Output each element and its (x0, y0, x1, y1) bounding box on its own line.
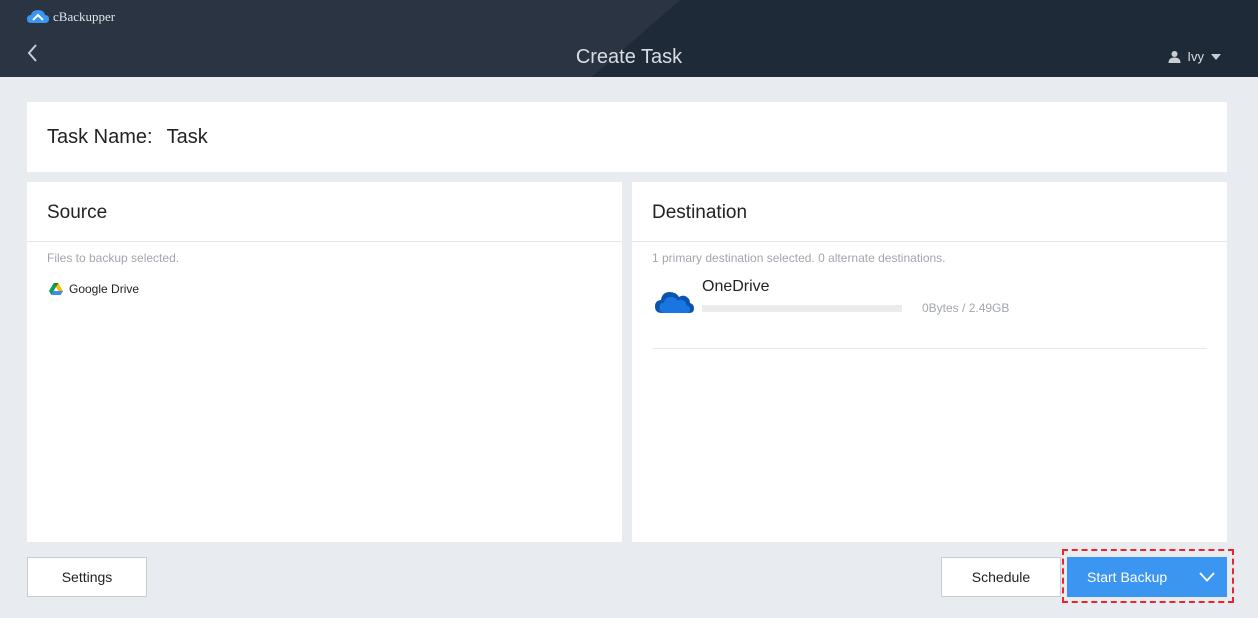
chevron-down-icon (1199, 572, 1215, 582)
cbackupper-logo-icon (27, 10, 49, 23)
app-brand: cBackupper (27, 8, 115, 26)
start-backup-dropdown[interactable] (1197, 567, 1217, 587)
destination-note: 1 primary destination selected. 0 altern… (652, 251, 946, 265)
source-note: Files to backup selected. (47, 251, 180, 265)
source-item-google-drive[interactable]: Google Drive (27, 265, 622, 296)
storage-usage-bar (702, 305, 902, 312)
destination-title: Destination (632, 182, 1227, 242)
user-name: Ivy (1187, 49, 1204, 64)
title-bar: cBackupper Create Task Ivy (0, 0, 1258, 77)
source-title: Source (27, 182, 622, 242)
schedule-button[interactable]: Schedule (941, 557, 1061, 597)
caret-down-icon (1211, 53, 1221, 60)
start-backup-button[interactable]: Start Backup (1067, 557, 1227, 597)
task-name-label: Task Name: (47, 125, 153, 148)
destination-panel: Destination 1 primary destination select… (632, 182, 1227, 542)
destination-item-onedrive[interactable]: OneDrive 0Bytes / 2.49GB (652, 265, 1207, 349)
task-name-panel: Task Name: Task (27, 102, 1227, 172)
destination-item-label: OneDrive (702, 278, 770, 295)
start-backup-label: Start Backup (1087, 569, 1168, 585)
user-menu[interactable]: Ivy (1168, 49, 1222, 64)
page-title: Create Task (575, 46, 683, 68)
google-drive-icon (49, 282, 63, 295)
settings-button[interactable]: Settings (27, 557, 147, 597)
user-icon (1168, 51, 1181, 63)
task-name-field[interactable]: Task (167, 126, 208, 149)
source-item-label: Google Drive (69, 282, 140, 296)
source-panel: Source Files to backup selected. Google … (27, 182, 622, 542)
onedrive-icon (655, 292, 694, 313)
storage-capacity: 0Bytes / 2.49GB (922, 301, 1010, 315)
app-name: cBackupper (53, 9, 116, 24)
